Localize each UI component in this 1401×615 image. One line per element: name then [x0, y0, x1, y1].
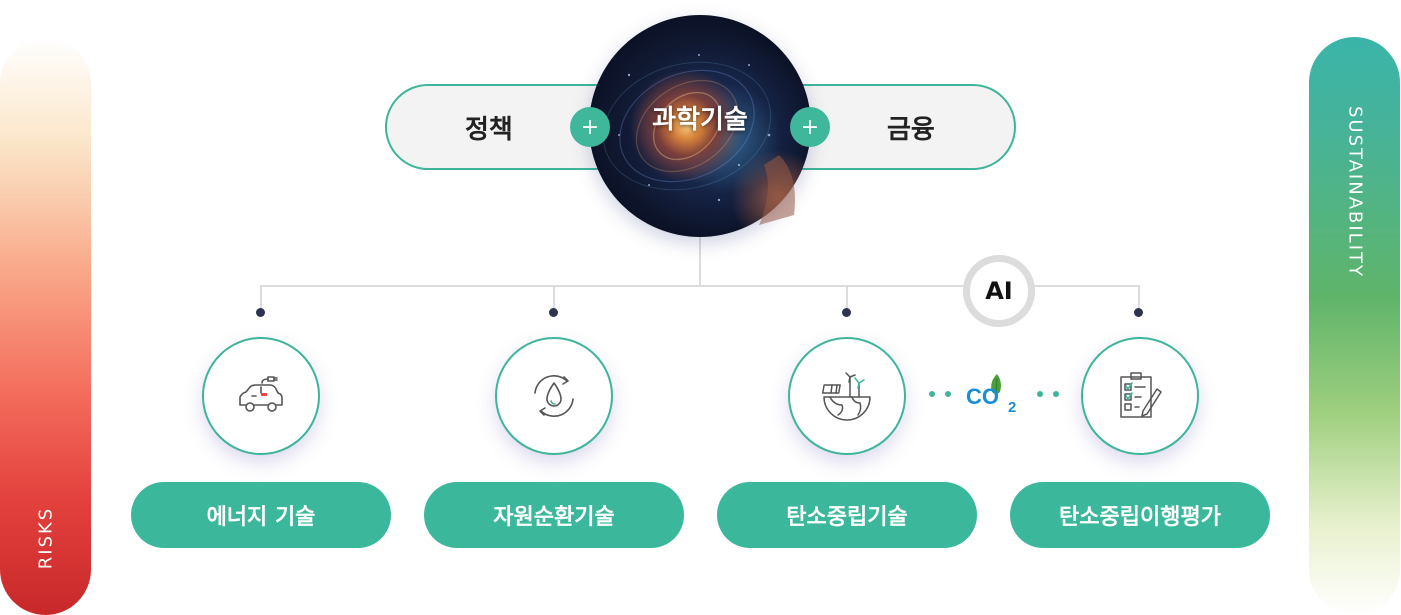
- co2-leaf-icon: CO 2: [966, 374, 1016, 414]
- water-cycle-icon: [534, 374, 574, 418]
- co2-dot-left-2: [945, 391, 951, 397]
- energy-tech-pill: 에너지 기술: [131, 482, 391, 548]
- co2-dot-left-1: [929, 391, 935, 397]
- carbon-neutral-eval-circle: [1081, 337, 1199, 455]
- resource-circulation-circle: [495, 337, 613, 455]
- trunk-line: [699, 236, 701, 286]
- co2-dot-right-1: [1037, 391, 1043, 397]
- node-dot-1: [256, 308, 265, 317]
- node-dot-3: [842, 308, 851, 317]
- energy-tech-circle: [202, 337, 320, 455]
- co2-text: CO: [966, 384, 999, 409]
- policy-label: 정책: [465, 114, 513, 145]
- plus-icon-right: +: [790, 107, 830, 147]
- carbon-neutral-tech-pill: 탄소중립기술: [717, 482, 977, 548]
- science-tech-circle: 과학기술: [589, 15, 811, 237]
- node-dot-4: [1134, 308, 1143, 317]
- node-dot-2: [549, 308, 558, 317]
- sustainability-label: SUSTAINABILITY: [1344, 105, 1366, 279]
- ai-badge: AI: [963, 255, 1035, 327]
- resource-circulation-pill: 자원순환기술: [424, 482, 684, 548]
- electric-car-icon: [239, 376, 283, 412]
- checklist-pen-icon: [1120, 372, 1162, 418]
- risks-label: RISKS: [35, 506, 57, 570]
- plus-icon-left: +: [570, 107, 610, 147]
- science-tech-label: 과학기술: [652, 104, 748, 135]
- co2-subscript: 2: [1008, 399, 1016, 414]
- finance-label: 금융: [887, 114, 935, 145]
- co2-dot-right-2: [1053, 391, 1059, 397]
- carbon-neutral-eval-pill: 탄소중립이행평가: [1010, 482, 1270, 548]
- carbon-neutral-tech-circle: [788, 337, 906, 455]
- earth-renewables-icon: [821, 372, 871, 421]
